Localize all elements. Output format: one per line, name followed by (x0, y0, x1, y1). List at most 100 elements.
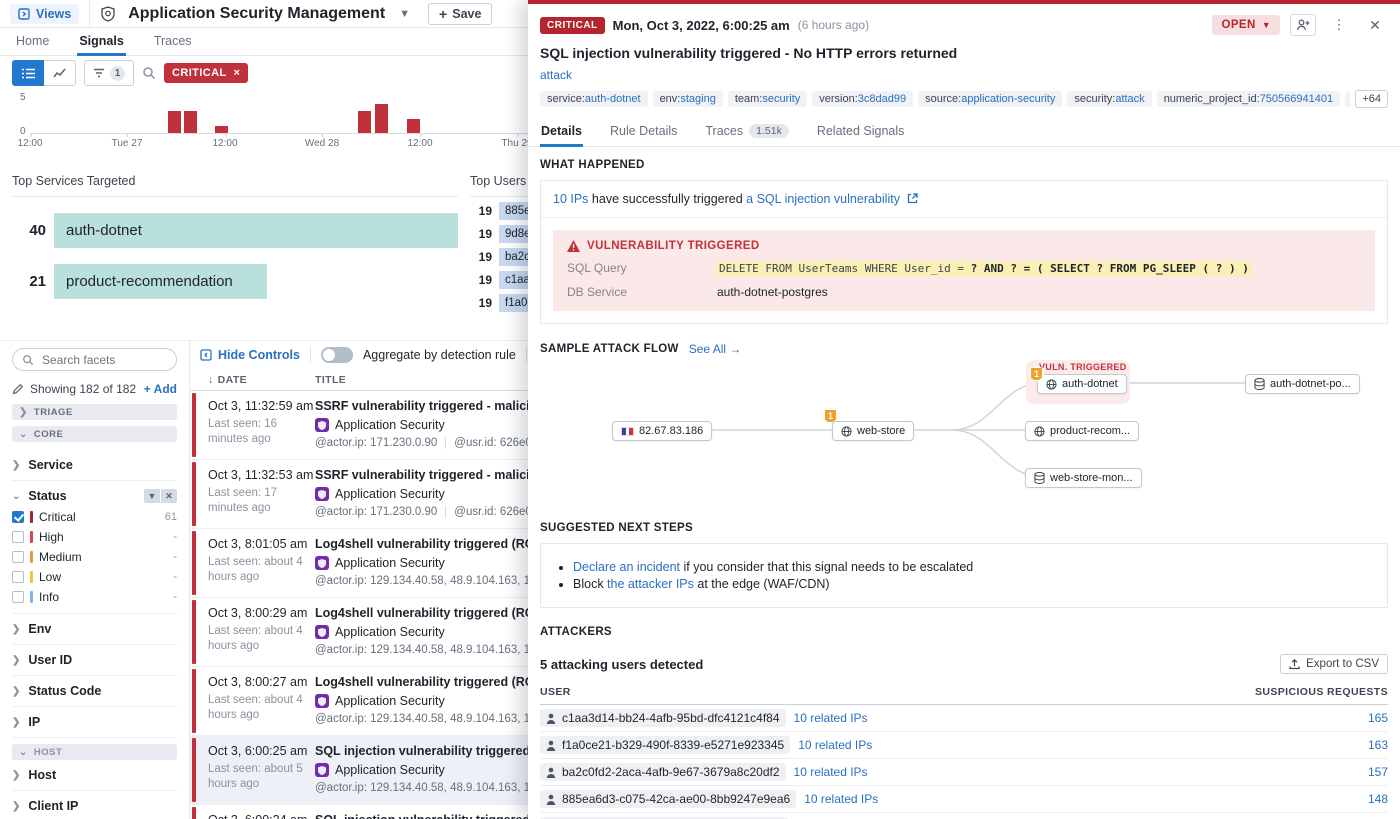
status-option[interactable]: Info - (12, 587, 177, 607)
flow-node-auth-dotnet-postgres[interactable]: auth-dotnet-po... (1245, 374, 1360, 394)
more-actions-button[interactable]: ⋮ (1326, 14, 1352, 36)
status-checkbox[interactable] (12, 551, 24, 563)
pencil-icon[interactable] (12, 383, 24, 395)
tag-pill[interactable]: security:attack (1067, 91, 1152, 107)
critical-filter-token[interactable]: CRITICAL × (164, 63, 249, 83)
tag-pill[interactable]: google-compute-enable-pcid:true (1345, 91, 1351, 107)
tab-details[interactable]: Details (540, 120, 583, 147)
arrow-right-icon: → (729, 342, 742, 356)
vulnerability-link[interactable]: a SQL injection vulnerability (746, 192, 900, 206)
tag-pill[interactable]: numeric_project_id:750566941401 (1156, 91, 1341, 107)
user-column-header[interactable]: USER (540, 686, 571, 698)
declare-incident-link[interactable]: Declare an incident (573, 560, 680, 574)
save-button[interactable]: + Save (428, 2, 493, 25)
tag-pill[interactable]: source:application-security (918, 91, 1063, 107)
related-ips-link[interactable]: 10 related IPs (804, 792, 878, 806)
status-clear-icon[interactable]: ✕ (161, 489, 177, 503)
status-option[interactable]: High - (12, 527, 177, 547)
attackers-heading: ATTACKERS (540, 626, 612, 638)
tab-rule-details[interactable]: Rule Details (609, 120, 678, 146)
attacker-user-pill[interactable]: ba2c0fd2-2aca-4afb-9e67-3679a8c20df2 (540, 763, 786, 781)
globe-icon (1046, 378, 1057, 390)
status-checkbox[interactable] (12, 571, 24, 583)
x-axis-tick-label: Tue 27 (111, 134, 143, 149)
status-checkbox[interactable] (12, 511, 24, 523)
status-dropdown-button[interactable]: OPEN ▼ (1212, 15, 1280, 35)
add-facet-button[interactable]: + Add (144, 382, 177, 396)
tab-traces[interactable]: Traces 1.51k (704, 120, 789, 146)
service-bar-row[interactable]: 40 auth-dotnet (12, 213, 458, 248)
flow-node-web-store[interactable]: web-store (832, 421, 915, 441)
aggregate-toggle[interactable] (320, 347, 353, 363)
signal-last-seen: Last seen: about 4 hours ago (208, 625, 303, 652)
status-option[interactable]: Low - (12, 567, 177, 587)
next-step-item: Block the attacker IPs at the edge (WAF/… (573, 577, 1377, 591)
chevron-down-icon[interactable]: ▼ (399, 8, 410, 20)
attacker-ips-link[interactable]: the attacker IPs (607, 577, 694, 591)
facet-item[interactable]: ❯ Client IP (12, 791, 177, 819)
facet-search-input[interactable] (40, 351, 160, 368)
list-view-button[interactable] (12, 60, 44, 86)
facet-search-box[interactable] (12, 348, 177, 371)
attacker-user-pill[interactable]: 885ea6d3-c075-42ca-ae00-8bb9247e9ea6 (540, 790, 797, 808)
more-tags-badge[interactable]: +64 (1355, 90, 1388, 108)
tag-pill[interactable]: service:auth-dotnet (540, 91, 648, 107)
tab[interactable]: Home (14, 29, 51, 55)
db-service-value: auth-dotnet-postgres (717, 285, 828, 299)
status-option[interactable]: Medium - (12, 547, 177, 567)
hide-controls-button[interactable]: Hide Controls (200, 348, 300, 362)
tag-pill[interactable]: team:security (727, 91, 808, 107)
tab[interactable]: Traces (152, 29, 194, 55)
flow-node-web-store-mongo[interactable]: web-store-mon... (1025, 468, 1142, 488)
flow-node-auth-dotnet[interactable]: auth-dotnet (1037, 374, 1127, 394)
facet-status[interactable]: ⌄ Status ▼ ✕ (12, 481, 177, 507)
facet-item[interactable]: ❯ Env (12, 614, 177, 645)
see-all-link[interactable]: See All → (689, 342, 742, 356)
tag-pill[interactable]: version:3c8dad99 (812, 91, 914, 107)
close-panel-button[interactable]: ✕ (1362, 14, 1388, 36)
views-button[interactable]: Views (10, 3, 80, 24)
status-checkbox[interactable] (12, 591, 24, 603)
related-ips-link[interactable]: 10 related IPs (794, 765, 868, 779)
attack-link[interactable]: attack (540, 68, 572, 82)
facet-group-host[interactable]: ⌄ HOST (12, 744, 177, 760)
facet-item[interactable]: ❯ User ID (12, 645, 177, 676)
status-checkbox[interactable] (12, 531, 24, 543)
timeseries-view-button[interactable] (44, 60, 76, 86)
suspicious-request-count[interactable]: 163 (1368, 738, 1388, 752)
suspicious-request-count[interactable]: 165 (1368, 711, 1388, 725)
suspicious-request-count[interactable]: 148 (1368, 792, 1388, 806)
assign-user-button[interactable] (1290, 14, 1316, 36)
application-security-icon (315, 625, 329, 639)
facet-service[interactable]: ❯ Service (12, 450, 177, 481)
filter-button[interactable]: 1 (84, 60, 134, 86)
signal-last-seen: Last seen: about 5 hours ago (208, 763, 303, 790)
requests-column-header[interactable]: SUSPICIOUS REQUESTS (1255, 686, 1388, 698)
attacker-user-pill[interactable]: c1aa3d14-bb24-4afb-95bd-dfc4121c4f84 (540, 709, 786, 727)
status-filter-icon[interactable]: ▼ (144, 489, 160, 503)
facet-group-core[interactable]: ⌄ CORE (12, 426, 177, 442)
tab[interactable]: Signals (77, 29, 127, 56)
flow-node-attacker-ip[interactable]: 82.67.83.186 (612, 421, 713, 441)
facet-item[interactable]: ❯ Host (12, 760, 177, 791)
remove-token-icon[interactable]: × (234, 67, 241, 79)
related-ips-link[interactable]: 10 related IPs (794, 711, 868, 725)
ips-link[interactable]: 10 IPs (553, 192, 588, 206)
external-link-icon[interactable] (907, 193, 919, 204)
facet-group-triage[interactable]: ❯ TRIAGE (12, 404, 177, 420)
date-column-header[interactable]: ↓ DATE (190, 374, 315, 386)
facet-item[interactable]: ❯ IP (12, 707, 177, 738)
suspicious-request-count[interactable]: 157 (1368, 765, 1388, 779)
facet-item[interactable]: ❯ Status Code (12, 676, 177, 707)
export-users-csv-button[interactable]: Export to CSV (1280, 654, 1388, 674)
tag-pill[interactable]: env:staging (652, 91, 723, 107)
service-bar-row[interactable]: 21 product-recommendation (12, 264, 458, 299)
showing-count: Showing 182 of 182 (30, 382, 137, 396)
chevron-right-icon: ❯ (12, 769, 21, 781)
status-option[interactable]: Critical 61 (12, 507, 177, 527)
attacker-user-pill[interactable]: f1a0ce21-b329-490f-8339-e5271e923345 (540, 736, 791, 754)
related-ips-link[interactable]: 10 related IPs (798, 738, 872, 752)
chevron-down-icon: ⌄ (19, 428, 28, 440)
flow-node-product-recommendation[interactable]: product-recom... (1025, 421, 1140, 441)
tab-related-signals[interactable]: Related Signals (816, 120, 906, 146)
